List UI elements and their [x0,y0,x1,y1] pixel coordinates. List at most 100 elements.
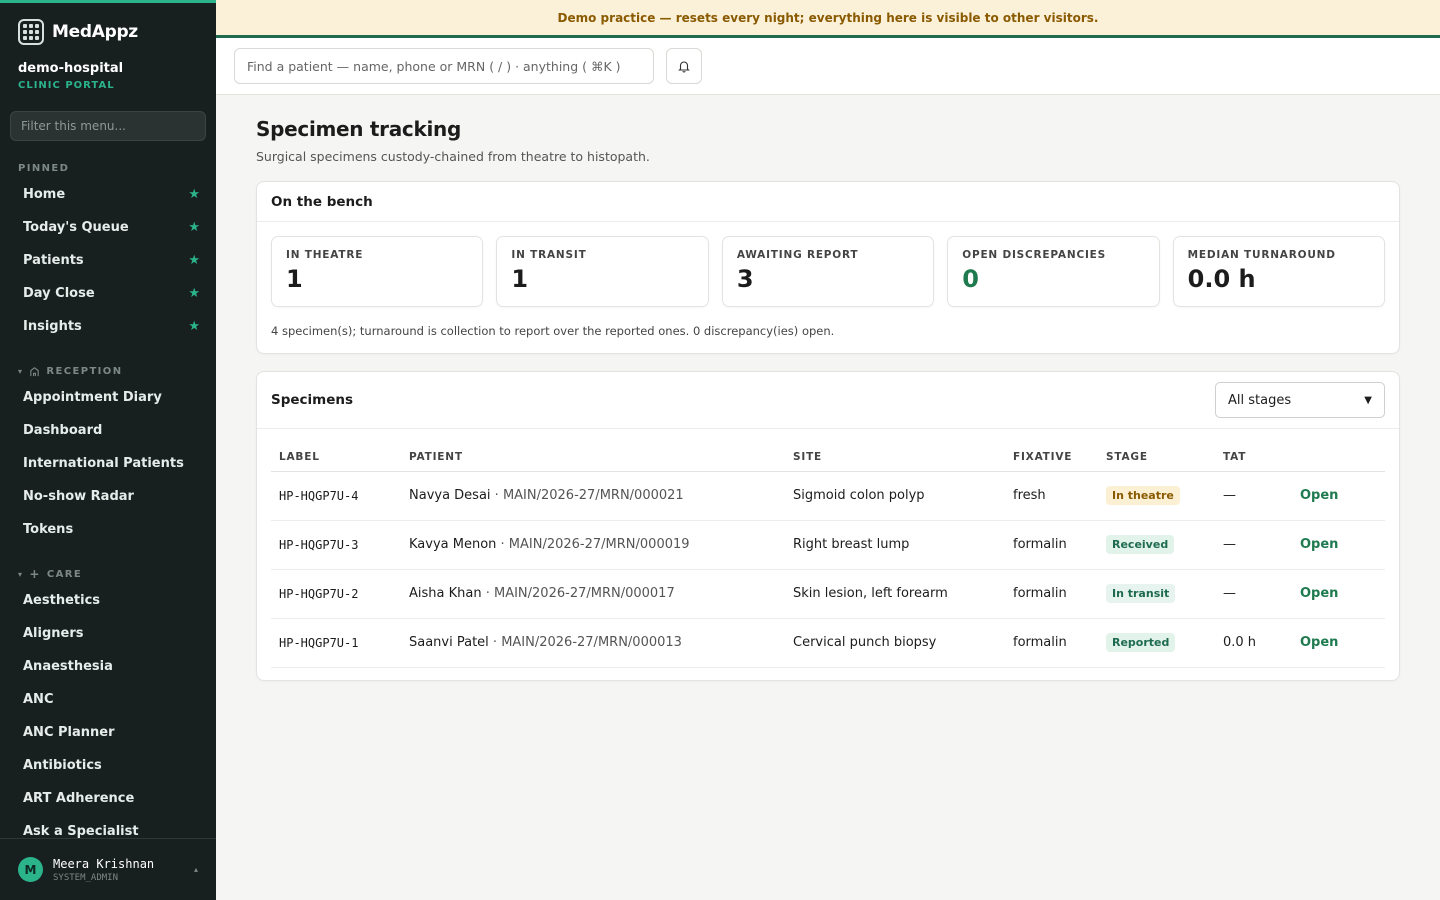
bench-title: On the bench [257,182,1399,222]
col-fixative: FIXATIVE [1005,443,1098,472]
page-subtitle: Surgical specimens custody-chained from … [256,149,650,164]
site-cell: Cervical punch biopsy [785,618,1005,668]
nav-item-aesthetics[interactable]: Aesthetics [0,584,216,617]
specimen-label: HP-HQGP7U-2 [271,569,401,619]
site-cell: Sigmoid colon polyp [785,471,1005,521]
stage-cell: Reported [1098,618,1215,668]
caret-icon: ▴ [193,865,198,874]
specimens-title: Specimens [271,392,354,408]
user-role: SYSTEM_ADMIN [53,872,119,883]
user-name: Meera Krishnan [53,856,155,871]
open-link[interactable]: Open [1300,635,1338,650]
open-link[interactable]: Open [1300,488,1338,503]
nav-item-tokens[interactable]: Tokens [0,513,216,546]
chevron-down-icon: ▼ [1364,394,1372,406]
app-logo-icon [18,19,44,45]
tat-cell: — [1215,520,1292,570]
fixative-cell: formalin [1005,569,1098,619]
star-icon[interactable]: ★ [188,220,200,235]
nav-item-todays-queue[interactable]: Today's Queue ★ [0,211,216,244]
stat-in-theatre: IN THEATRE 1 [271,236,484,307]
tat-cell: — [1215,471,1292,521]
nav-item-anc-planner[interactable]: ANC Planner [0,716,216,749]
section-pinned: PINNED [0,160,216,176]
nav-item-dashboard[interactable]: Dashboard [0,414,216,447]
action-cell: Open [1292,569,1385,619]
col-action [1292,443,1385,472]
col-tat: TAT [1215,443,1292,472]
action-cell: Open [1292,520,1385,570]
table-row: HP-HQGP7U-1 Saanvi Patel · MAIN/2026-27/… [271,618,1385,668]
patient-cell: Kavya Menon · MAIN/2026-27/MRN/000019 [401,520,785,570]
site-cell: Right breast lump [785,520,1005,570]
col-stage: STAGE [1098,443,1215,472]
star-icon[interactable]: ★ [188,319,200,334]
stat-in-transit: IN TRANSIT 1 [496,236,709,307]
table-row: HP-HQGP7U-2 Aisha Khan · MAIN/2026-27/MR… [271,569,1385,619]
site-cell: Skin lesion, left forearm [785,569,1005,619]
plus-icon: + [29,567,41,581]
specimens-table: LABEL PATIENT SITE FIXATIVE STAGE TAT HP… [271,443,1385,668]
fixative-cell: formalin [1005,618,1098,668]
stage-cell: In transit [1098,569,1215,619]
nav-item-art-adherence[interactable]: ART Adherence [0,782,216,815]
org-portal-label: CLINIC PORTAL [18,80,115,91]
action-cell: Open [1292,471,1385,521]
demo-banner: Demo practice — resets every night; ever… [216,0,1440,38]
nav-item-aligners[interactable]: Aligners [0,617,216,650]
nav-item-insights[interactable]: Insights ★ [0,310,216,343]
specimen-label: HP-HQGP7U-1 [271,618,401,668]
org-switcher[interactable]: demo-hospital CLINIC PORTAL [0,47,216,91]
open-link[interactable]: Open [1300,537,1338,552]
nav-item-anc[interactable]: ANC [0,683,216,716]
col-patient: PATIENT [401,443,785,472]
stat-open-discrepancies: OPEN DISCREPANCIES 0 [947,236,1160,307]
bell-icon [678,61,690,73]
sidebar: MedAppz demo-hospital CLINIC PORTAL PINN… [0,0,216,900]
star-icon[interactable]: ★ [188,253,200,268]
patient-cell: Saanvi Patel · MAIN/2026-27/MRN/000013 [401,618,785,668]
nav-item-appointment-diary[interactable]: Appointment Diary [0,381,216,414]
notifications-button[interactable] [666,48,702,84]
col-site: SITE [785,443,1005,472]
section-reception-label: RECEPTION [46,365,123,377]
stat-awaiting-report: AWAITING REPORT 3 [721,236,935,307]
status-badge: Received [1106,535,1175,554]
nav-item-home[interactable]: Home ★ [0,178,216,211]
caret-down-icon: ▾ [18,366,24,376]
tat-cell: 0.0 h [1215,618,1292,668]
section-care[interactable]: ▾ + CARE [0,566,216,582]
nav-item-day-close[interactable]: Day Close ★ [0,277,216,310]
action-cell: Open [1292,618,1385,668]
brand[interactable]: MedAppz [0,3,216,47]
user-menu[interactable]: M Meera Krishnan SYSTEM_ADMIN ▴ [0,838,216,900]
status-badge: In theatre [1106,486,1180,505]
nav-item-no-show-radar[interactable]: No-show Radar [0,480,216,513]
specimen-label: HP-HQGP7U-4 [271,471,401,521]
table-row: HP-HQGP7U-3 Kavya Menon · MAIN/2026-27/M… [271,520,1385,570]
status-badge: Reported [1106,633,1176,652]
star-icon[interactable]: ★ [188,286,200,301]
bench-card: On the bench IN THEATRE 1 IN TRANSIT 1 A… [256,181,1400,354]
tat-cell: — [1215,569,1292,619]
stage-cell: In theatre [1098,471,1215,521]
stat-median-turnaround: MEDIAN TURNAROUND 0.0 h [1172,236,1386,307]
open-link[interactable]: Open [1300,586,1338,601]
topbar [216,38,1440,95]
patient-cell: Navya Desai · MAIN/2026-27/MRN/000021 [401,471,785,521]
patient-search-input[interactable] [234,48,654,84]
section-reception[interactable]: ▾ RECEPTION [0,363,216,379]
nav-item-international-patients[interactable]: International Patients [0,447,216,480]
nav-item-antibiotics[interactable]: Antibiotics [0,749,216,782]
brand-name: MedAppz [52,22,138,42]
patient-cell: Aisha Khan · MAIN/2026-27/MRN/000017 [401,569,785,619]
star-icon[interactable]: ★ [188,187,200,202]
nav-item-anaesthesia[interactable]: Anaesthesia [0,650,216,683]
avatar: M [18,857,43,882]
section-pinned-label: PINNED [18,162,70,174]
stage-filter-value: All stages [1228,392,1292,408]
nav-item-patients[interactable]: Patients ★ [0,244,216,277]
stage-filter-select[interactable]: All stages ▼ [1215,382,1385,418]
fixative-cell: fresh [1005,471,1098,521]
menu-filter-input[interactable] [10,111,206,141]
